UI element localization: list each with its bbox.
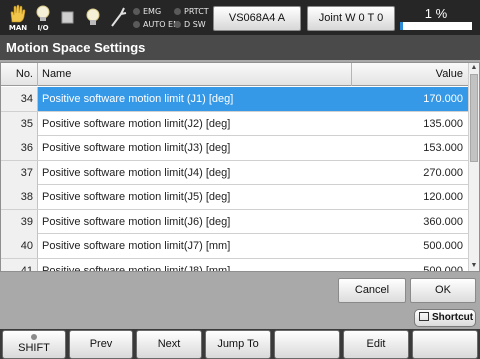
row-name: Positive software motion limit(J8) [mm] xyxy=(42,264,231,272)
row-name: Positive software motion limit(J6) [deg] xyxy=(42,215,231,228)
row-value: 153.000 xyxy=(423,142,463,154)
page-title: Motion Space Settings xyxy=(0,35,480,60)
hand-icon[interactable]: MAN xyxy=(6,4,30,32)
f7-key[interactable] xyxy=(412,330,478,359)
scroll-down-icon[interactable]: ▼ xyxy=(469,261,479,271)
wrench-icon[interactable] xyxy=(106,4,130,32)
table-row[interactable]: 37 Positive software motion limit(J4) [d… xyxy=(1,160,469,185)
table-body: 34 Positive software motion limit (J1) [… xyxy=(1,87,469,272)
joint-mode-button[interactable]: Joint W 0 T 0 xyxy=(307,6,395,31)
f5-key[interactable] xyxy=(274,330,340,359)
speed-bar-fill xyxy=(400,22,403,30)
d-sw-indicator: D SW xyxy=(174,20,206,29)
table-row[interactable]: 38 Positive software motion limit(J5) [d… xyxy=(1,185,469,210)
row-name: Positive software motion limit (J1) [deg… xyxy=(38,87,352,111)
next-key[interactable]: Next xyxy=(136,330,202,359)
function-key-bar: SHIFT Prev Next Jump To Edit xyxy=(0,329,480,359)
emg-indicator: EMG xyxy=(133,7,161,16)
mode-label: MAN xyxy=(8,24,28,32)
speed-percent: 1 % xyxy=(424,6,448,21)
table-header: No. Name Value xyxy=(1,63,469,86)
row-value: 135.000 xyxy=(423,117,463,130)
shift-key[interactable]: SHIFT xyxy=(2,330,66,359)
shift-label: SHIFT xyxy=(18,342,50,354)
lamp-icon[interactable] xyxy=(81,4,105,32)
auto-en-indicator: AUTO EN xyxy=(133,20,179,29)
table-row[interactable]: 36 Positive software motion limit(J3) [d… xyxy=(1,136,469,161)
robot-type-button[interactable]: VS068A4 A xyxy=(213,6,301,31)
table-scrollbar[interactable]: ▲ ▼ xyxy=(468,63,479,271)
row-name: Positive software motion limit(J5) [deg] xyxy=(42,191,231,203)
header-no: No. xyxy=(1,63,38,86)
prtct-indicator: PRTCT xyxy=(174,7,209,16)
prev-key[interactable]: Prev xyxy=(69,330,133,359)
table-row[interactable]: 40 Positive software motion limit(J7) [m… xyxy=(1,234,469,259)
table-row[interactable]: 39 Positive software motion limit(J6) [d… xyxy=(1,209,469,234)
shortcut-icon xyxy=(419,312,429,321)
table-row[interactable]: 41 Positive software motion limit(J8) [m… xyxy=(1,258,469,272)
row-name: Positive software motion limit(J3) [deg] xyxy=(42,142,231,154)
edit-key[interactable]: Edit xyxy=(343,330,409,359)
scroll-up-icon[interactable]: ▲ xyxy=(469,63,479,73)
io-label: I/O xyxy=(37,24,49,32)
row-value: 360.000 xyxy=(423,215,463,228)
speed-bar xyxy=(400,22,472,30)
row-number: 36 xyxy=(1,136,38,160)
row-number: 37 xyxy=(1,160,38,185)
row-number: 41 xyxy=(1,258,38,271)
ok-button[interactable]: OK xyxy=(410,278,476,303)
row-number: 35 xyxy=(1,111,38,136)
row-number: 39 xyxy=(1,209,38,234)
shortcut-button[interactable]: Shortcut xyxy=(414,309,476,327)
row-value: 120.000 xyxy=(423,191,463,203)
scroll-thumb[interactable] xyxy=(470,74,478,162)
row-value: 270.000 xyxy=(423,166,463,179)
row-number: 34 xyxy=(1,87,38,111)
bulb-icon[interactable]: I/O xyxy=(31,4,55,32)
status-bar: MAN I/O EMG PRTCT AUTO EN D SW VS068A4 A… xyxy=(0,0,480,35)
row-value: 500.000 xyxy=(423,240,463,252)
shortcut-label: Shortcut xyxy=(432,312,474,323)
row-number: 40 xyxy=(1,234,38,258)
square-icon[interactable] xyxy=(56,4,80,32)
table-row[interactable]: 35 Positive software motion limit(J2) [d… xyxy=(1,111,469,136)
table-row[interactable]: 34 Positive software motion limit (J1) [… xyxy=(1,87,469,112)
row-value: 500.000 xyxy=(423,264,463,272)
parameter-table: No. Name Value 34 Positive software moti… xyxy=(0,62,480,272)
row-value: 170.000 xyxy=(352,87,469,111)
speed-indicator[interactable]: 1 % xyxy=(398,4,474,32)
row-number: 38 xyxy=(1,185,38,209)
row-name: Positive software motion limit(J2) [deg] xyxy=(42,117,231,130)
row-name: Positive software motion limit(J7) [mm] xyxy=(42,240,231,252)
header-name: Name xyxy=(38,63,352,86)
shift-led-icon xyxy=(31,334,37,340)
cancel-button[interactable]: Cancel xyxy=(338,278,406,303)
jump-to-key[interactable]: Jump To xyxy=(205,330,271,359)
row-name: Positive software motion limit(J4) [deg] xyxy=(42,166,231,179)
header-value: Value xyxy=(435,68,463,80)
